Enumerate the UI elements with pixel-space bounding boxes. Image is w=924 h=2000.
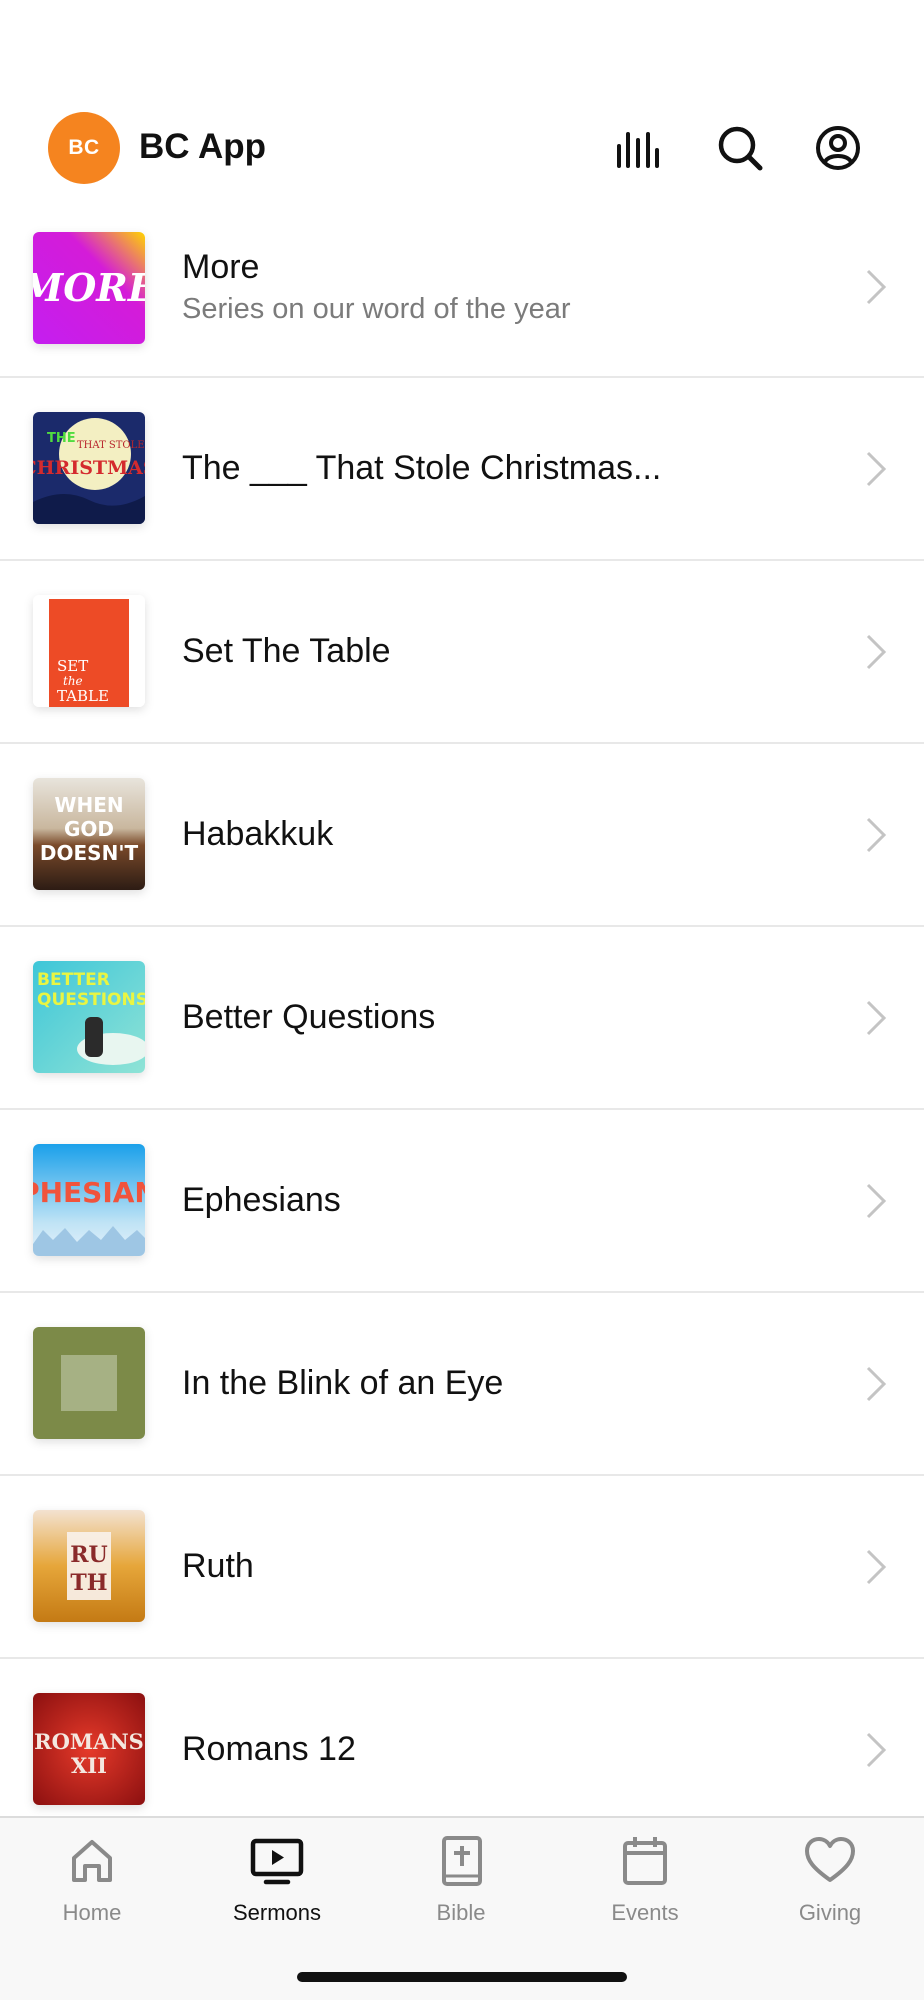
series-title: Ephesians [182, 1181, 341, 1219]
chevron-right-icon [864, 998, 888, 1038]
series-row-romans-12[interactable]: ROMANS XII Romans 12 [0, 1659, 924, 1816]
svg-text:EPHESIANS: EPHESIANS [33, 1176, 145, 1209]
chevron-right-icon [864, 1181, 888, 1221]
series-thumbnail: RU TH [33, 1510, 145, 1622]
svg-text:the: the [63, 674, 83, 688]
app-logo[interactable]: BC [48, 112, 120, 184]
app-title: BC App [139, 127, 267, 166]
series-row-habakkuk[interactable]: WHEN GOD DOESN'T Habakkuk [0, 744, 924, 927]
chevron-right-icon [864, 1547, 888, 1587]
svg-text:MORE: MORE [33, 265, 145, 310]
svg-text:QUESTIONS: QUESTIONS [37, 990, 145, 1010]
account-icon[interactable] [814, 124, 862, 172]
tab-bible[interactable]: Bible [386, 1834, 536, 1934]
series-row-better-questions[interactable]: BETTER QUESTIONS Better Questions [0, 927, 924, 1110]
svg-text:GOD: GOD [64, 817, 114, 841]
series-thumbnail: SET the TABLE [33, 595, 145, 707]
sermon-series-list: MORE More Series on our word of the year… [0, 198, 924, 1816]
svg-text:WHEN: WHEN [54, 793, 123, 817]
series-row-set-the-table[interactable]: SET the TABLE Set The Table [0, 561, 924, 744]
series-subtitle: Series on our word of the year [182, 293, 571, 325]
svg-text:DOESN'T: DOESN'T [40, 841, 139, 865]
series-row-christmas[interactable]: THE THAT STOLE CHRISTMAS The ___ That St… [0, 378, 924, 561]
series-title: More [182, 248, 260, 286]
tab-label: Home [62, 1900, 122, 1925]
tab-sermons[interactable]: Sermons [202, 1834, 352, 1934]
tab-events[interactable]: Events [570, 1834, 720, 1934]
series-thumbnail: EPHESIANS [33, 1144, 145, 1256]
bible-icon [442, 1836, 482, 1886]
chevron-right-icon [864, 815, 888, 855]
tab-label: Giving [798, 1900, 862, 1925]
chevron-right-icon [864, 1730, 888, 1770]
svg-text:RU: RU [70, 1542, 107, 1568]
tab-giving[interactable]: Giving [755, 1834, 905, 1934]
heart-icon [805, 1837, 855, 1882]
series-title: Set The Table [182, 632, 391, 670]
tab-label: Bible [436, 1900, 486, 1925]
home-icon [72, 1840, 112, 1882]
tab-label: Events [611, 1900, 679, 1925]
series-row-more[interactable]: MORE More Series on our word of the year [0, 198, 924, 378]
calendar-icon [623, 1837, 667, 1885]
tv-play-icon [250, 1838, 304, 1885]
home-indicator [297, 1972, 627, 1982]
series-title: Romans 12 [182, 1730, 356, 1768]
chevron-right-icon [864, 449, 888, 489]
chevron-right-icon [864, 632, 888, 672]
series-title: Ruth [182, 1547, 254, 1585]
tab-home[interactable]: Home [17, 1834, 167, 1934]
series-thumbnail: MORE [33, 232, 145, 344]
series-thumbnail: WHEN GOD DOESN'T [33, 778, 145, 890]
svg-text:ROMANS: ROMANS [34, 1729, 144, 1754]
svg-text:BETTER: BETTER [37, 970, 110, 990]
audio-bars-icon[interactable] [614, 124, 662, 172]
series-thumbnail [33, 1327, 145, 1439]
series-thumbnail: ROMANS XII [33, 1693, 145, 1805]
series-title: Better Questions [182, 998, 436, 1036]
series-row-ephesians[interactable]: EPHESIANS Ephesians [0, 1110, 924, 1293]
svg-text:SET: SET [57, 657, 88, 675]
app-header: BC BC App [0, 108, 924, 188]
svg-text:THE: THE [47, 431, 76, 446]
series-row-ruth[interactable]: RU TH Ruth [0, 1476, 924, 1659]
svg-text:XII: XII [71, 1753, 107, 1778]
series-title: Habakkuk [182, 815, 334, 853]
series-title: In the Blink of an Eye [182, 1364, 504, 1402]
svg-text:THAT STOLE: THAT STOLE [77, 440, 145, 451]
tab-label: Sermons [232, 1900, 322, 1925]
svg-text:TH: TH [70, 1570, 107, 1596]
series-thumbnail: BETTER QUESTIONS [33, 961, 145, 1073]
series-thumbnail: THE THAT STOLE CHRISTMAS [33, 412, 145, 524]
svg-text:TABLE: TABLE [57, 687, 109, 705]
series-row-blink[interactable]: In the Blink of an Eye [0, 1293, 924, 1476]
chevron-right-icon [864, 267, 888, 307]
chevron-right-icon [864, 1364, 888, 1404]
svg-text:CHRISTMAS: CHRISTMAS [33, 457, 145, 479]
series-title: The ___ That Stole Christmas... [182, 449, 662, 487]
search-icon[interactable] [716, 124, 764, 172]
